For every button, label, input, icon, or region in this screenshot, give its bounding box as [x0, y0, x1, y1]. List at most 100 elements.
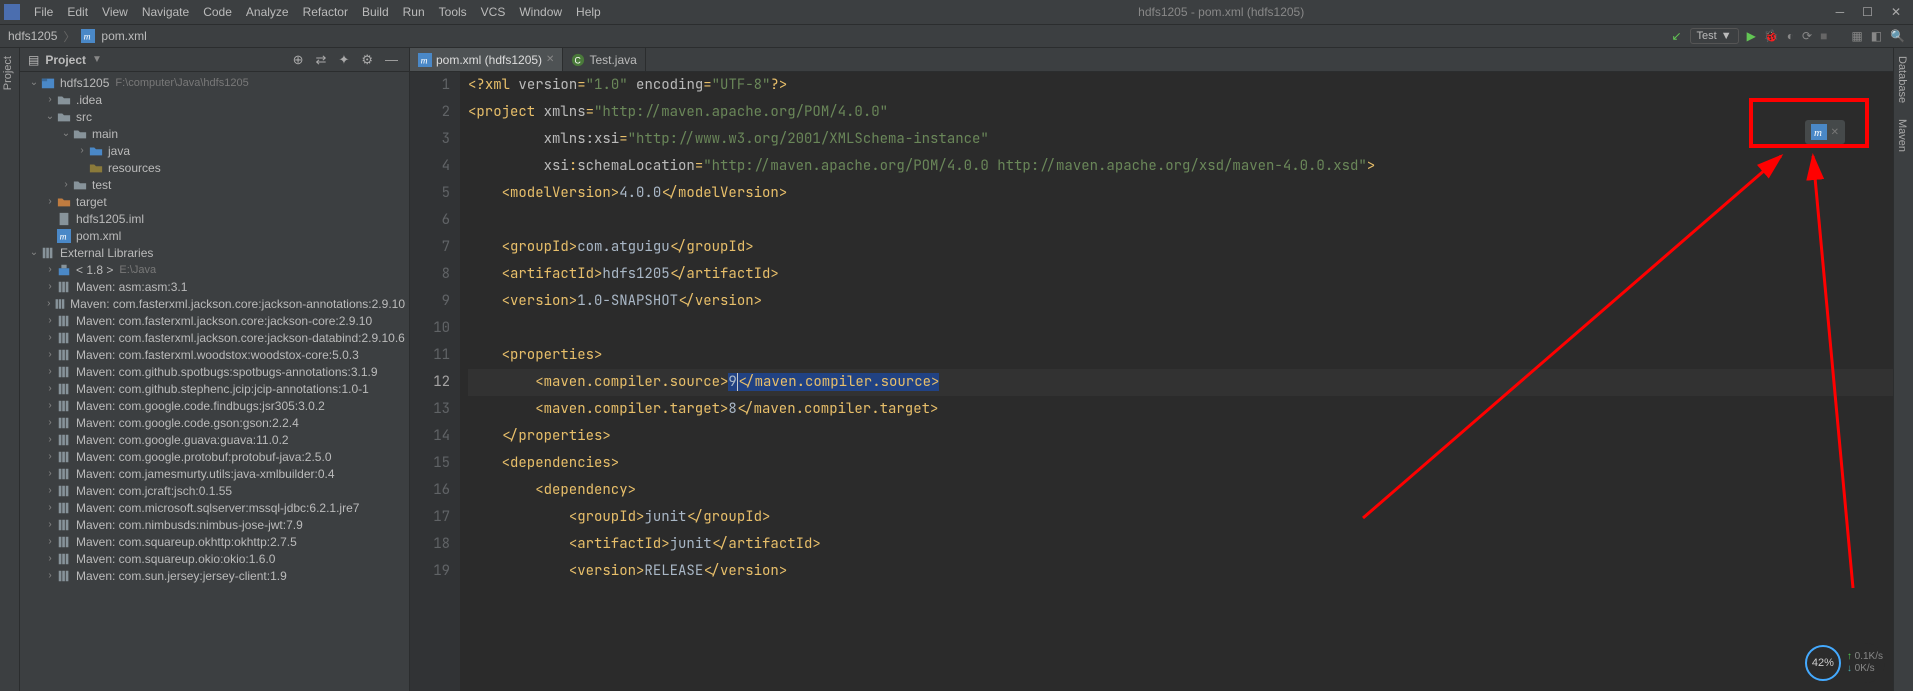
tree-row[interactable]: ›Maven: com.squareup.okhttp:okhttp:2.7.5 — [20, 533, 409, 550]
menu-code[interactable]: Code — [197, 3, 238, 21]
collapse-icon[interactable]: ✦ — [335, 52, 352, 68]
tree-arrow-icon[interactable]: › — [44, 264, 56, 275]
tree-row[interactable]: ›Maven: asm:asm:3.1 — [20, 278, 409, 295]
menu-help[interactable]: Help — [570, 3, 607, 21]
breadcrumb-project[interactable]: hdfs1205 — [8, 29, 57, 43]
coverage-icon[interactable]: ◐ — [1787, 29, 1794, 43]
tree-arrow-icon[interactable]: ⌄ — [60, 128, 72, 139]
tree-arrow-icon[interactable]: › — [60, 179, 72, 190]
run-icon[interactable]: ▶ — [1747, 29, 1756, 43]
search-icon[interactable]: 🔍 — [1890, 29, 1905, 43]
menu-view[interactable]: View — [96, 3, 134, 21]
tree-row[interactable]: ›Maven: com.google.code.findbugs:jsr305:… — [20, 397, 409, 414]
gear-icon[interactable]: ⚙ — [358, 52, 376, 68]
tree-row[interactable]: ›.idea — [20, 91, 409, 108]
breadcrumb-file[interactable]: pom.xml — [101, 29, 146, 43]
tree-row[interactable]: resources — [20, 159, 409, 176]
tree-arrow-icon[interactable]: › — [44, 434, 56, 445]
stop-icon[interactable]: ■ — [1820, 29, 1827, 43]
tree-row[interactable]: ›Maven: com.squareup.okio:okio:1.6.0 — [20, 550, 409, 567]
tree-arrow-icon[interactable]: › — [44, 400, 56, 411]
tree-arrow-icon[interactable]: › — [44, 502, 56, 513]
menu-window[interactable]: Window — [513, 3, 568, 21]
profile-icon[interactable]: ⟳ — [1802, 29, 1812, 43]
tree-row[interactable]: ›Maven: com.google.protobuf:protobuf-jav… — [20, 448, 409, 465]
menu-file[interactable]: File — [28, 3, 59, 21]
tree-row[interactable]: ›< 1.8 >E:\Java — [20, 261, 409, 278]
tree-arrow-icon[interactable]: › — [44, 536, 56, 547]
tree-row[interactable]: ›Maven: com.jcraft:jsch:0.1.55 — [20, 482, 409, 499]
sidebar-view-icon[interactable]: ▤ — [28, 53, 39, 67]
tree-arrow-icon[interactable]: › — [44, 485, 56, 496]
minimize-icon[interactable]: ─ — [1836, 5, 1845, 19]
database-tool-button[interactable]: Database — [1894, 48, 1910, 111]
tree-arrow-icon[interactable]: › — [44, 553, 56, 564]
tab-test-java[interactable]: C Test.java — [563, 48, 645, 71]
tree-row[interactable]: mpom.xml — [20, 227, 409, 244]
tab-pom-xml[interactable]: m pom.xml (hdfs1205) ✕ — [410, 48, 563, 71]
menu-navigate[interactable]: Navigate — [136, 3, 195, 21]
code-body[interactable]: <?xml version="1.0" encoding="UTF-8"?><p… — [460, 72, 1893, 691]
project-tool-button[interactable]: Project — [0, 48, 16, 98]
network-speed-widget[interactable]: 42% ↑ 0.1K/s ↓ 0K/s — [1803, 643, 1885, 683]
tree-arrow-icon[interactable]: › — [44, 298, 54, 309]
maven-tool-button[interactable]: Maven — [1894, 111, 1910, 160]
tree-row[interactable]: ⌄External Libraries — [20, 244, 409, 261]
tree-arrow-icon[interactable]: › — [44, 366, 56, 377]
locate-icon[interactable]: ⊕ — [290, 52, 307, 68]
debug-icon[interactable]: 🐞 — [1764, 29, 1779, 43]
menu-build[interactable]: Build — [356, 3, 395, 21]
build-ok-icon[interactable]: ↙ — [1671, 29, 1681, 43]
tree-arrow-icon[interactable]: › — [44, 94, 56, 105]
tab-close-icon[interactable]: ✕ — [546, 54, 554, 65]
tree-row[interactable]: ›Maven: com.github.spotbugs:spotbugs-ann… — [20, 363, 409, 380]
tree-row[interactable]: ›Maven: com.github.stephenc.jcip:jcip-an… — [20, 380, 409, 397]
tree-arrow-icon[interactable]: ⌄ — [28, 77, 40, 88]
project-tree[interactable]: ⌄hdfs1205F:\computer\Java\hdfs1205›.idea… — [20, 72, 409, 691]
tree-arrow-icon[interactable]: › — [76, 145, 88, 156]
structure-icon[interactable]: ▦ — [1851, 29, 1862, 43]
close-icon[interactable]: ✕ — [1891, 5, 1901, 19]
tree-arrow-icon[interactable]: › — [44, 196, 56, 207]
tree-row[interactable]: ›Maven: com.microsoft.sqlserver:mssql-jd… — [20, 499, 409, 516]
tree-row[interactable]: ›Maven: com.fasterxml.jackson.core:jacks… — [20, 295, 409, 312]
tree-arrow-icon[interactable]: › — [44, 519, 56, 530]
tree-arrow-icon[interactable]: ⌄ — [28, 247, 40, 258]
tree-row[interactable]: ›Maven: com.fasterxml.jackson.core:jacks… — [20, 329, 409, 346]
menu-tools[interactable]: Tools — [433, 3, 473, 21]
menu-analyze[interactable]: Analyze — [240, 3, 295, 21]
tree-arrow-icon[interactable]: › — [44, 451, 56, 462]
tree-row[interactable]: ⌄hdfs1205F:\computer\Java\hdfs1205 — [20, 74, 409, 91]
tree-arrow-icon[interactable]: › — [44, 315, 56, 326]
menu-refactor[interactable]: Refactor — [297, 3, 354, 21]
sidebar-dropdown-icon[interactable]: ▼ — [92, 54, 102, 65]
maximize-icon[interactable]: ☐ — [1862, 5, 1873, 19]
tree-row[interactable]: ›Maven: com.fasterxml.woodstox:woodstox-… — [20, 346, 409, 363]
tree-row[interactable]: hdfs1205.iml — [20, 210, 409, 227]
tree-row[interactable]: ›test — [20, 176, 409, 193]
tree-row[interactable]: ⌄main — [20, 125, 409, 142]
tree-row[interactable]: ⌄src — [20, 108, 409, 125]
tree-row[interactable]: ›target — [20, 193, 409, 210]
tree-row[interactable]: ›Maven: com.jamesmurty.utils:java-xmlbui… — [20, 465, 409, 482]
tree-arrow-icon[interactable]: › — [44, 417, 56, 428]
tree-arrow-icon[interactable]: › — [44, 281, 56, 292]
tree-row[interactable]: ›Maven: com.nimbusds:nimbus-jose-jwt:7.9 — [20, 516, 409, 533]
expand-icon[interactable]: ⇄ — [313, 52, 330, 68]
tree-row[interactable]: ›Maven: com.google.guava:guava:11.0.2 — [20, 431, 409, 448]
tree-arrow-icon[interactable]: › — [44, 332, 56, 343]
tree-arrow-icon[interactable]: ⌄ — [44, 111, 56, 122]
menu-edit[interactable]: Edit — [61, 3, 94, 21]
menu-run[interactable]: Run — [397, 3, 431, 21]
tree-arrow-icon[interactable]: › — [44, 349, 56, 360]
tree-arrow-icon[interactable]: › — [44, 383, 56, 394]
tree-row[interactable]: ›java — [20, 142, 409, 159]
run-config-selector[interactable]: Test ▼ — [1690, 28, 1739, 44]
hide-icon[interactable]: — — [382, 52, 401, 67]
tree-row[interactable]: ›Maven: com.sun.jersey:jersey-client:1.9 — [20, 567, 409, 584]
menu-vcs[interactable]: VCS — [475, 3, 512, 21]
tree-arrow-icon[interactable]: › — [44, 468, 56, 479]
tree-arrow-icon[interactable]: › — [44, 570, 56, 581]
layout-icon[interactable]: ◧ — [1871, 29, 1882, 43]
code-editor[interactable]: 12345678910111213141516171819 <?xml vers… — [410, 72, 1893, 691]
